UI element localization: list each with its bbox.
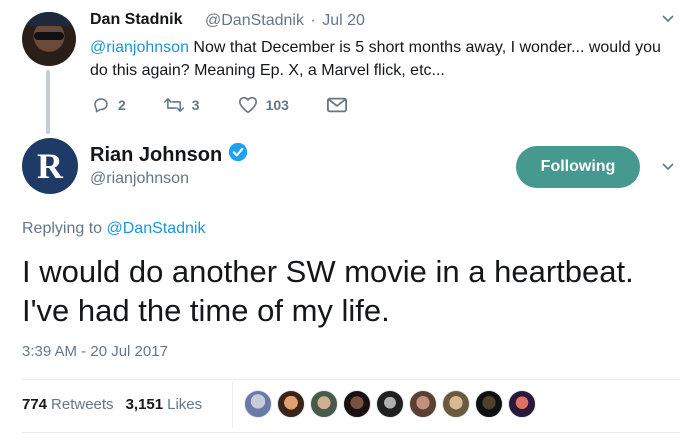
main-author-handle[interactable]: @rianjohnson [90, 170, 189, 188]
parent-action-bar: 2 3 103 [92, 94, 385, 116]
chevron-down-icon[interactable] [662, 15, 674, 27]
likes-label: Likes [167, 396, 203, 413]
liker-avatar[interactable] [244, 390, 272, 418]
like-button[interactable]: 103 [238, 96, 289, 114]
envelope-icon [326, 97, 347, 113]
liker-avatar[interactable] [277, 390, 305, 418]
liker-avatar[interactable] [508, 390, 536, 418]
verified-badge-icon [228, 142, 248, 168]
divider-bottom [22, 432, 680, 433]
liker-avatar[interactable] [376, 390, 404, 418]
divider-top [22, 379, 680, 380]
liker-avatar[interactable] [343, 390, 371, 418]
liker-avatar[interactable] [475, 390, 503, 418]
retweet-count: 3 [191, 97, 200, 113]
retweets-stat[interactable]: 774 Retweets [22, 396, 114, 413]
main-author-name[interactable]: Rian Johnson [90, 144, 222, 167]
following-button[interactable]: Following [516, 146, 640, 188]
retweet-total: 774 [22, 396, 48, 413]
parent-mention-link[interactable]: @rianjohnson [90, 39, 189, 56]
avatar-dan-stadnik[interactable] [22, 12, 76, 66]
retweets-label: Retweets [51, 396, 114, 413]
liker-avatar[interactable] [310, 390, 338, 418]
liker-avatar[interactable] [409, 390, 437, 418]
like-total: 3,151 [125, 396, 164, 413]
main-author-name-row: Rian Johnson [90, 142, 248, 168]
parent-author-name[interactable]: Dan Stadnik [90, 11, 182, 29]
thread-connector-line [46, 70, 50, 134]
avatar-letter: R [37, 146, 63, 186]
reply-button[interactable]: 2 [92, 96, 126, 114]
heart-icon [238, 96, 257, 114]
parent-author-meta: @DanStadnik · Jul 20 [205, 12, 365, 30]
parent-tweet-date[interactable]: Jul 20 [322, 12, 365, 29]
like-count: 103 [265, 97, 289, 113]
liker-avatar[interactable] [442, 390, 470, 418]
replying-to-link[interactable]: @DanStadnik [107, 220, 206, 237]
tweet-timestamp[interactable]: 3:39 AM - 20 Jul 2017 [22, 343, 168, 360]
direct-message-button[interactable] [326, 97, 347, 113]
parent-tweet-text: @rianjohnson Now that December is 5 shor… [90, 36, 670, 82]
main-tweet-text: I would do another SW movie in a heartbe… [22, 252, 692, 330]
avatar-glasses [34, 32, 64, 40]
retweet-button[interactable]: 3 [163, 96, 200, 114]
avatar-rian-johnson[interactable]: R [22, 138, 78, 194]
divider-vertical [232, 382, 233, 428]
meta-separator: · [310, 12, 316, 29]
chevron-down-icon[interactable] [662, 163, 674, 175]
liker-avatars [244, 390, 541, 418]
reply-count: 2 [118, 97, 126, 113]
avatar-hat [26, 12, 72, 26]
reply-icon [94, 98, 108, 113]
parent-author-handle[interactable]: @DanStadnik [205, 12, 304, 29]
likes-stat[interactable]: 3,151 Likes [126, 396, 203, 413]
replying-prefix: Replying to [22, 220, 107, 237]
replying-to-line: Replying to @DanStadnik [22, 220, 205, 238]
engagement-stats: 774 Retweets 3,151 Likes [22, 396, 214, 413]
retweet-icon [163, 98, 184, 112]
main-tweet-line-2: I've had the time of my life. [22, 293, 390, 328]
main-tweet-line-1: I would do another SW movie in a heartbe… [22, 254, 634, 289]
